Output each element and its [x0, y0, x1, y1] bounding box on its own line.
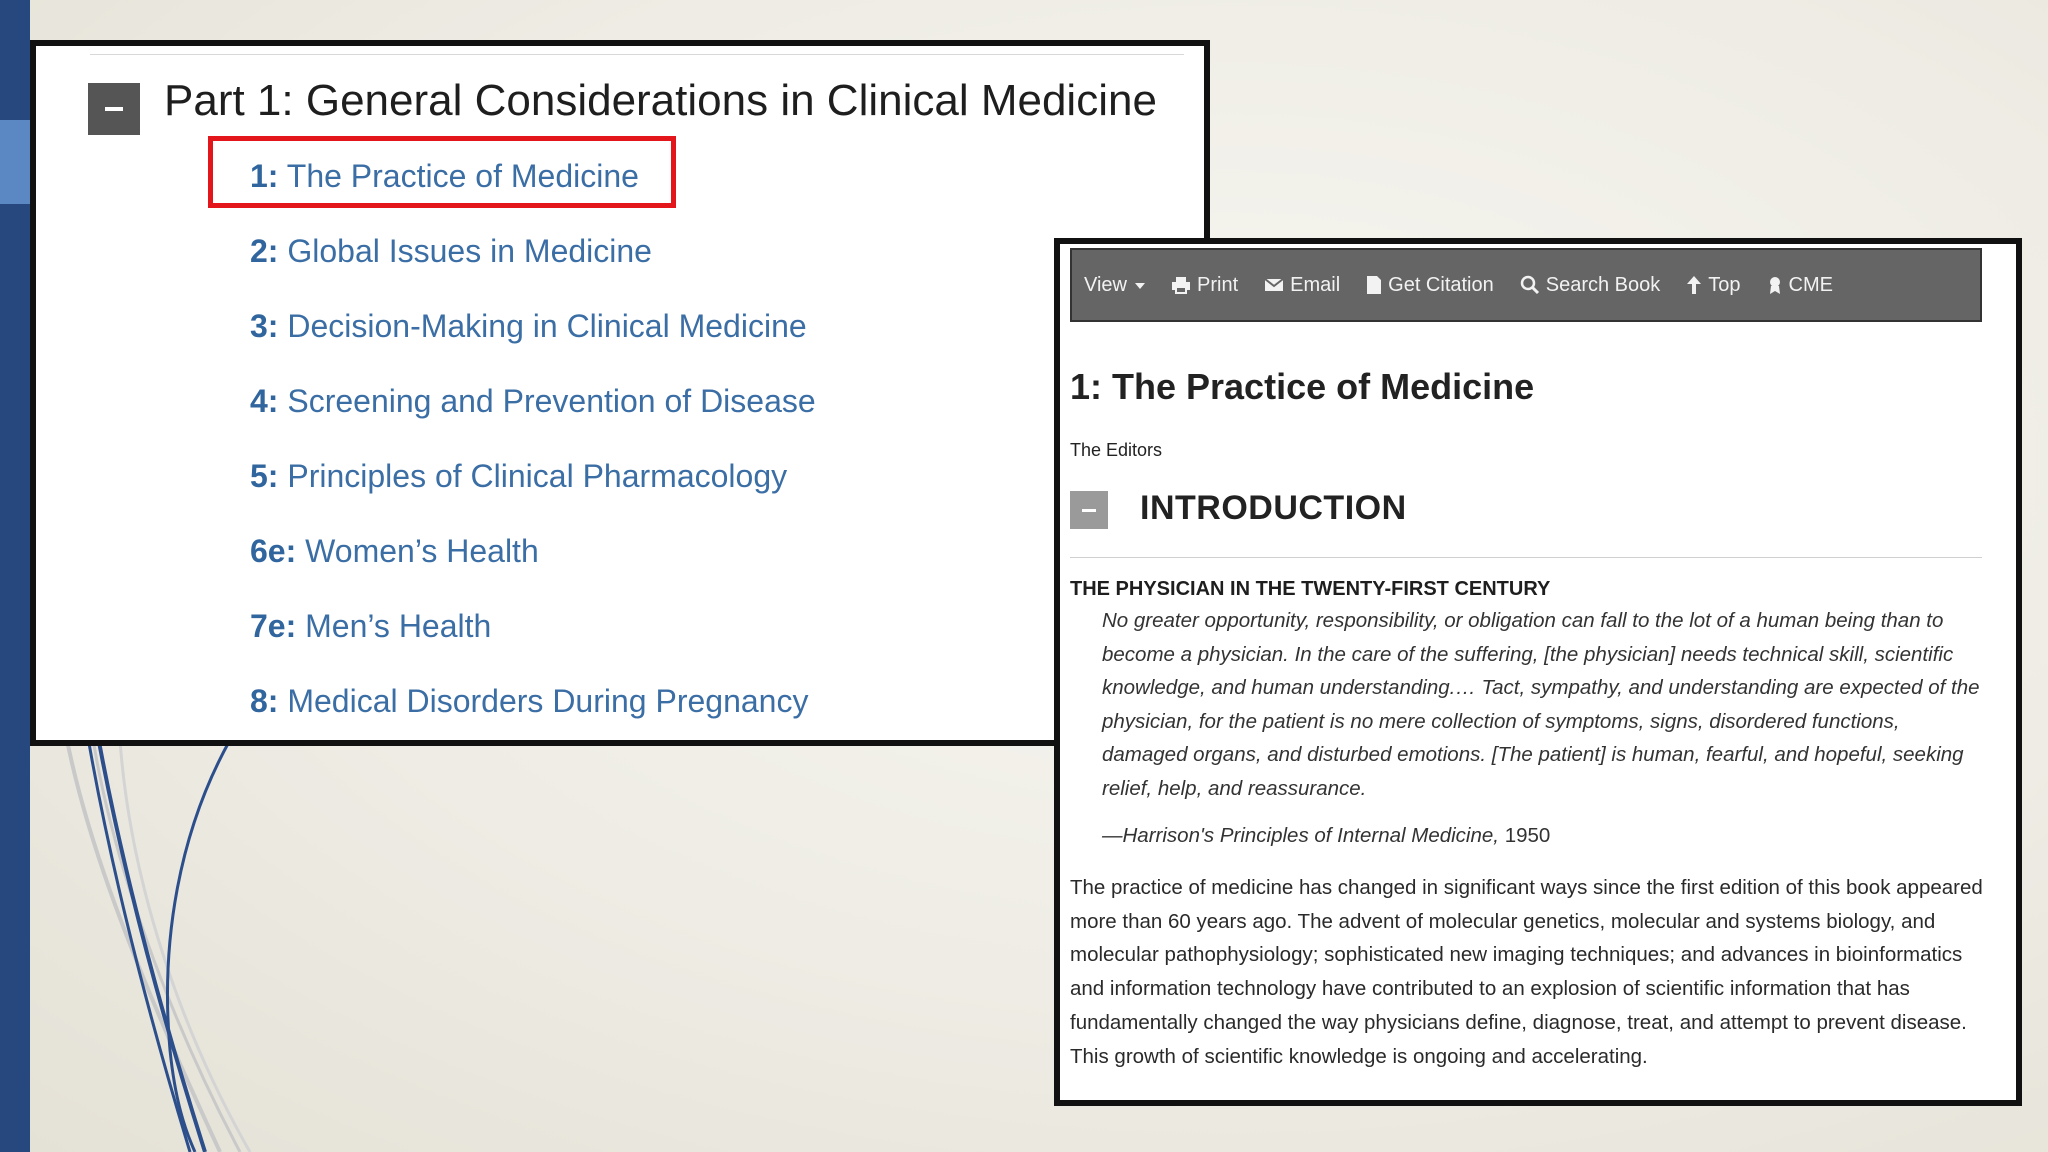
chapter-title: Medical Disorders During Pregnancy [287, 683, 809, 719]
chapter-number: 2: [250, 233, 279, 269]
print-label: Print [1197, 273, 1239, 296]
chapter-number: 6e: [250, 533, 297, 569]
search-book-button[interactable]: Search Book [1520, 273, 1661, 297]
subsection-heading: THE PHYSICIAN IN THE TWENTY-FIRST CENTUR… [1070, 578, 1551, 600]
minus-icon [105, 107, 123, 111]
caret-down-icon [1135, 283, 1145, 289]
toc-chapter-3[interactable]: 3: Decision-Making in Clinical Medicine [250, 308, 807, 345]
view-menu[interactable]: View [1084, 274, 1145, 297]
email-button[interactable]: Email [1264, 274, 1340, 297]
chapter-title: Decision-Making in Clinical Medicine [287, 308, 807, 344]
printer-icon [1172, 277, 1190, 294]
minus-icon [1082, 508, 1096, 512]
chapter-number: 8: [250, 683, 279, 719]
chapter-title: The Practice of Medicine [286, 158, 639, 194]
slide-left-bar-accent [0, 120, 30, 204]
chapter-number: 7e: [250, 608, 297, 644]
toc-chapter-6e[interactable]: 6e: Women’s Health [250, 533, 539, 570]
toc-chapter-4[interactable]: 4: Screening and Prevention of Disease [250, 383, 816, 420]
document-icon [1367, 276, 1382, 294]
chapter-title: Screening and Prevention of Disease [287, 383, 816, 419]
book-toolbar: View Print Email Get Citation Search Boo… [1070, 248, 1982, 322]
email-label: Email [1290, 273, 1341, 296]
chapter-title: Women’s Health [305, 533, 539, 569]
body-paragraph: The practice of medicine has changed in … [1070, 876, 1983, 1068]
cme-button[interactable]: CME [1767, 274, 1833, 297]
toc-chapter-2[interactable]: 2: Global Issues in Medicine [250, 233, 652, 270]
search-icon [1520, 275, 1539, 295]
chapter-title: Global Issues in Medicine [287, 233, 652, 269]
chapter-number: 1: [250, 158, 279, 194]
chapter-title-heading: 1: The Practice of Medicine [1070, 366, 1535, 407]
attribution-year: 1950 [1499, 824, 1551, 847]
chapter-number: 4: [250, 383, 279, 419]
quote-attribution: —Harrison's Principles of Internal Medic… [1102, 824, 1550, 848]
toc-chapter-5[interactable]: 5: Principles of Clinical Pharmacology [250, 458, 787, 495]
toc-panel: Part 1: General Considerations in Clinic… [30, 40, 1210, 746]
chapter-number: 3: [250, 308, 279, 344]
get-citation-button[interactable]: Get Citation [1366, 274, 1494, 297]
award-icon [1769, 277, 1780, 294]
section-title: INTRODUCTION [1140, 489, 1407, 527]
print-button[interactable]: Print [1171, 274, 1238, 297]
cme-label: CME [1788, 273, 1833, 296]
search-label: Search Book [1545, 273, 1661, 296]
toc-chapter-7e[interactable]: 7e: Men’s Health [250, 608, 491, 645]
arrow-up-icon [1687, 276, 1702, 294]
chapter-title: Men’s Health [305, 608, 492, 644]
chapter-panel: View Print Email Get Citation Search Boo… [1054, 238, 2022, 1106]
chapter-number: 5: [250, 458, 279, 494]
chapter-title: Principles of Clinical Pharmacology [287, 458, 788, 494]
view-label: View [1084, 273, 1127, 296]
top-label: Top [1708, 273, 1741, 296]
envelope-icon [1264, 278, 1284, 291]
toc-divider [90, 54, 1184, 55]
section-divider [1070, 557, 1982, 558]
toc-chapter-1[interactable]: 1: The Practice of Medicine [250, 158, 639, 195]
attribution-source: —Harrison's Principles of Internal Medic… [1102, 824, 1499, 847]
part-title: Part 1: General Considerations in Clinic… [164, 76, 1157, 125]
citation-label: Get Citation [1388, 273, 1494, 296]
collapse-part-button[interactable] [88, 83, 140, 135]
epigraph-quote: No greater opportunity, responsibility, … [1102, 609, 1980, 800]
toc-chapter-8[interactable]: 8: Medical Disorders During Pregnancy [250, 683, 808, 720]
collapse-section-button[interactable] [1070, 491, 1108, 529]
top-button[interactable]: Top [1686, 273, 1741, 297]
chapter-author: The Editors [1070, 440, 1163, 460]
